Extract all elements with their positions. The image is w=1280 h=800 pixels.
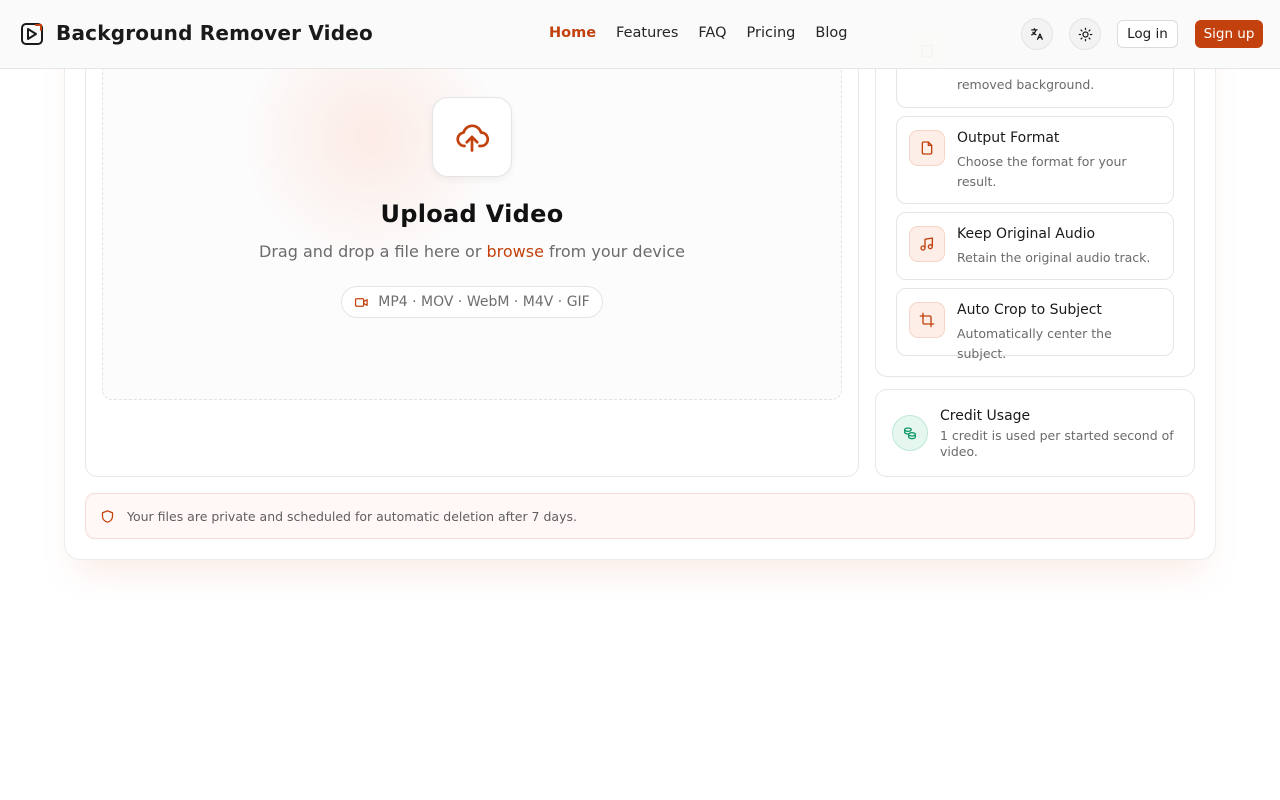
top-navbar: Background Remover Video Home Features F… <box>0 0 1280 69</box>
file-icon <box>921 141 933 155</box>
signup-button[interactable]: Sign up <box>1195 20 1263 48</box>
sun-icon <box>1078 27 1092 41</box>
upload-subtitle-before: Drag and drop a file here or <box>259 242 487 261</box>
coins-icon <box>904 427 916 440</box>
credit-desc: 1 credit is used per started second of v… <box>940 428 1174 459</box>
login-button[interactable]: Log in <box>1117 20 1178 48</box>
option-icon-box <box>909 302 945 338</box>
formats-text: MP4 · MOV · WebM · M4V · GIF <box>378 294 590 310</box>
theme-toggle-button[interactable] <box>1069 18 1101 50</box>
music-icon <box>920 237 933 251</box>
upload-glow <box>230 17 510 257</box>
nav-home[interactable]: Home <box>549 25 596 41</box>
privacy-notice: Your files are private and scheduled for… <box>85 493 1195 539</box>
video-camera-icon <box>355 297 369 307</box>
credit-icon-box <box>892 415 928 451</box>
nav-faq[interactable]: FAQ <box>698 25 726 41</box>
privacy-text: Your files are private and scheduled for… <box>127 508 577 524</box>
option-desc: Automatically center the subject. <box>957 326 1112 361</box>
option-title: Output Format <box>957 130 1060 146</box>
browse-link[interactable]: browse <box>487 242 544 261</box>
option-desc: Retain the original audio track. <box>957 250 1151 265</box>
option-desc: removed background. <box>957 77 1095 92</box>
option-icon-box <box>909 226 945 262</box>
upload-button[interactable] <box>432 97 512 177</box>
main-nav: Home Features FAQ Pricing Blog <box>549 25 847 41</box>
credit-title: Credit Usage <box>940 408 1031 424</box>
nav-features[interactable]: Features <box>616 25 678 41</box>
option-auto-crop[interactable]: Auto Crop to Subject Automatically cente… <box>896 288 1174 361</box>
option-output-format[interactable]: Output Format Choose the format for your… <box>896 116 1174 204</box>
upload-subtitle: Drag and drop a file here or browse from… <box>102 242 842 261</box>
option-desc: Choose the format for your result. <box>957 154 1127 189</box>
translate-icon <box>1031 28 1043 40</box>
option-title: Auto Crop to Subject <box>957 302 1102 318</box>
option-icon-box <box>909 130 945 166</box>
video-logo-icon <box>21 23 43 45</box>
language-button[interactable] <box>1021 18 1053 50</box>
crop-icon <box>919 312 935 328</box>
option-title: Keep Original Audio <box>957 226 1096 242</box>
nav-blog[interactable]: Blog <box>815 25 847 41</box>
cloud-upload-icon <box>456 124 490 152</box>
formats-badge: MP4 · MOV · WebM · M4V · GIF <box>341 286 603 318</box>
brand-name[interactable]: Background Remover Video <box>56 21 373 45</box>
upload-subtitle-after: from your device <box>543 242 685 261</box>
option-keep-audio[interactable]: Keep Original Audio Retain the original … <box>896 212 1174 280</box>
nav-pricing[interactable]: Pricing <box>747 25 796 41</box>
credit-usage-card: Credit Usage 1 credit is used per starte… <box>875 389 1195 477</box>
shield-icon <box>101 509 114 523</box>
upload-title: Upload Video <box>380 200 564 228</box>
